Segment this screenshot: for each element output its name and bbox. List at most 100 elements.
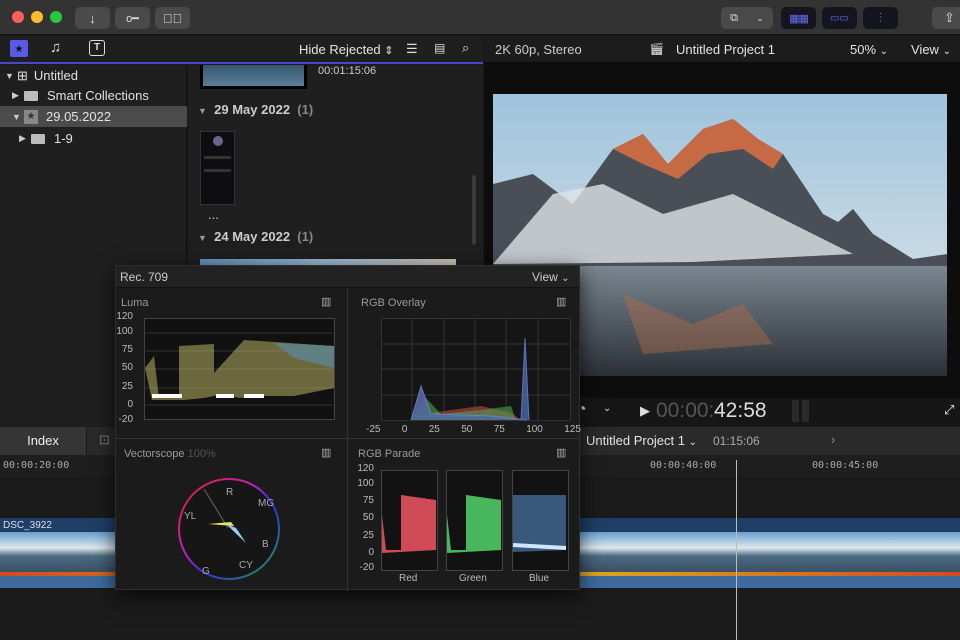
photos-audio-icon[interactable]: ♫ [50, 39, 61, 56]
sidebar-item-label: Smart Collections [47, 88, 149, 103]
minimize-window-button[interactable] [31, 11, 43, 23]
libraries-icon[interactable]: ★ [10, 40, 28, 57]
rgb-parade-label: RGB Parade [358, 448, 421, 460]
show-timeline-button[interactable]: ▭▭ [822, 7, 857, 29]
timecode-prefix: 00:00: [656, 399, 715, 422]
workspace-menu-button[interactable]: ⧉ ⌄ [721, 7, 773, 29]
sidebar-item-event[interactable]: ▼ ★ 29.05.2022 [0, 106, 187, 127]
list-view-icon[interactable]: ☰ [406, 41, 418, 57]
show-inspector-button[interactable]: ⫶ [863, 7, 898, 29]
filmstrip-icon[interactable]: ▤ [434, 41, 445, 55]
chevron-down-icon: ⌄ [688, 437, 698, 448]
project-duration: 01:15:06 [713, 434, 760, 448]
chevron-down-icon: ⌄ [756, 12, 764, 23]
svg-text:G: G [202, 566, 210, 577]
updown-chevron-icon: ⇕ [384, 45, 394, 57]
share-button[interactable]: ⇪ [932, 7, 960, 29]
filter-label: Hide Rejected [299, 42, 381, 57]
scope-settings-icon[interactable]: ▥ [321, 446, 331, 459]
index-tab[interactable]: Index [0, 427, 87, 455]
background-tasks-button[interactable]: ✓⃝ [155, 7, 190, 29]
sidebar-item-label: 1-9 [54, 131, 73, 146]
svg-text:R: R [226, 487, 233, 498]
more-indicator: ... [208, 207, 219, 222]
key-icon: o━ [126, 12, 139, 25]
sliders-icon: ⫶ [878, 10, 883, 25]
filter-popup[interactable]: Hide Rejected ⇕ [299, 42, 394, 57]
svg-text:B: B [262, 539, 269, 550]
clapper-icon: 🎬︎ [649, 42, 665, 56]
audio-meter-left [792, 400, 799, 422]
chevron-down-icon: ⌄ [942, 46, 951, 57]
playhead[interactable] [736, 460, 737, 640]
timecode: 42:58 [714, 399, 767, 422]
checkmark-circle-icon: ✓⃝ [162, 10, 183, 26]
sidebar-item-untitled[interactable]: ▼ ⊞ Untitled [0, 65, 187, 86]
video-scopes-panel: Rec. 709 View ⌄ Luma ▥ 120 100 75 50 25 0 -20 … [115, 265, 581, 591]
scope-settings-icon[interactable]: ▥ [321, 295, 331, 308]
import-button[interactable]: ↓ [75, 7, 110, 29]
scope-settings-icon[interactable]: ▥ [556, 295, 566, 308]
svg-text:MG: MG [258, 498, 274, 509]
ruler-label: 00:00:40:00 [650, 460, 717, 471]
svg-text:YL: YL [184, 511, 197, 522]
rgb-overlay-label: RGB Overlay [361, 297, 426, 309]
rgb-parade [381, 470, 569, 571]
sidebar-item-label: Untitled [33, 68, 78, 83]
disclosure-triangle-icon[interactable]: ▶ [19, 133, 31, 144]
audio-meter-right [802, 400, 809, 422]
disclosure-triangle-icon[interactable]: ▶ [12, 90, 24, 101]
disclosure-triangle-icon: ▼ [198, 106, 207, 116]
clip-thumbnail-phone[interactable] [200, 131, 235, 205]
format-label: 2K 60p, Stereo [495, 42, 582, 57]
group-header-29-may[interactable]: ▼ 29 May 2022 (1) [198, 102, 313, 117]
title-bar: ↓ o━ ✓⃝ ⧉ ⌄ ▦▦ ▭▭ ⫶ ⇪ [0, 0, 960, 35]
clip-duration: 00:01:15:06 [318, 65, 377, 77]
disclosure-triangle-icon[interactable]: ▼ [5, 71, 17, 81]
chevron-down-icon[interactable]: ⌄ [603, 403, 611, 414]
timeline-icon: ▭▭ [830, 12, 849, 24]
titles-generators-icon[interactable]: T [89, 40, 105, 56]
sidebar-item-folder[interactable]: ▶ 1-9 [0, 128, 187, 149]
ruler-label: 00:00:45:00 [812, 460, 879, 471]
disclosure-triangle-icon[interactable]: ▼ [12, 112, 24, 122]
chevron-down-icon: ⌄ [879, 46, 889, 57]
show-browser-button[interactable]: ▦▦ [781, 7, 816, 29]
browser-toolbar: ★ ♫ T Hide Rejected ⇕ ☰ ▤ ⌕ [0, 36, 483, 64]
project-popup[interactable]: Untitled Project 1 ⌄ [586, 433, 697, 448]
clip-appearance-icon[interactable]: ⊡ [99, 432, 110, 448]
scopes-view-popup[interactable]: View ⌄ [532, 270, 570, 284]
clip-name: DSC_3922 [3, 520, 52, 531]
search-icon[interactable]: ⌕ [462, 40, 469, 56]
zoom-popup[interactable]: 50% ⌄ [850, 42, 888, 57]
browser-scrollbar[interactable] [472, 175, 476, 245]
close-window-button[interactable] [12, 11, 24, 23]
luma-waveform [144, 318, 335, 420]
scope-settings-icon[interactable]: ▥ [556, 446, 566, 459]
project-title: Untitled Project 1 [676, 42, 775, 57]
scopes-colorspace: Rec. 709 [120, 270, 169, 284]
play-button[interactable]: ▶ [640, 403, 650, 419]
vectorscope: R MG YL B G CY [178, 478, 280, 580]
folder-icon [31, 133, 45, 144]
svg-text:CY: CY [239, 560, 253, 571]
keywords-button[interactable]: o━ [115, 7, 150, 29]
ruler-label: 00:00:20:00 [3, 460, 70, 471]
viewer-header: 2K 60p, Stereo 🎬︎ Untitled Project 1 50%… [484, 36, 960, 63]
disclosure-triangle-icon: ▼ [198, 233, 207, 243]
sidebar-item-label: 29.05.2022 [46, 109, 112, 124]
event-star-icon: ★ [24, 109, 38, 124]
group-header-24-may[interactable]: ▼ 24 May 2022 (1) [198, 229, 313, 244]
view-popup[interactable]: View ⌄ [911, 42, 951, 57]
clip-thumbnail[interactable] [200, 65, 307, 89]
overlay-axis: -25 0 25 50 75 100 125 [366, 424, 581, 435]
download-arrow-icon: ↓ [89, 10, 96, 26]
chevron-right-icon[interactable]: › [831, 432, 835, 447]
folder-icon [24, 90, 38, 101]
library-icon: ⊞ [17, 67, 28, 83]
chevron-down-icon: ⌄ [561, 273, 570, 284]
fullscreen-icon[interactable]: ⤢ [944, 402, 954, 418]
share-icon: ⇪ [944, 10, 955, 25]
sidebar-item-smart-collections[interactable]: ▶ Smart Collections [0, 85, 187, 106]
zoom-window-button[interactable] [50, 11, 62, 23]
